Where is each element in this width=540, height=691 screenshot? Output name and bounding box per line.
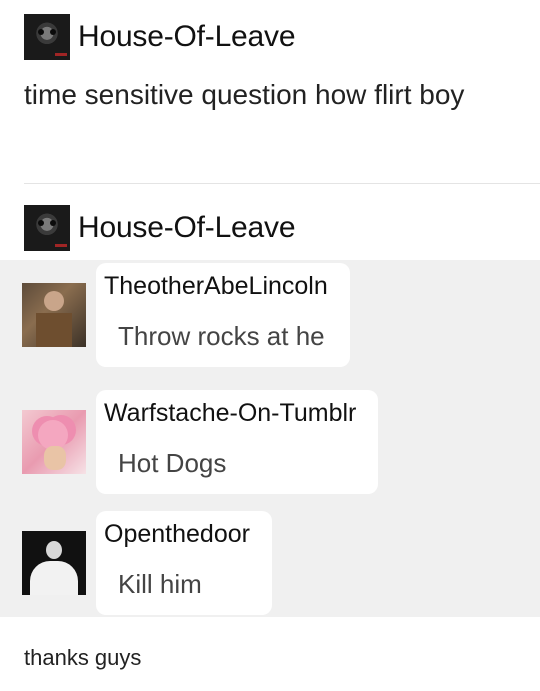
reply-username[interactable]: Openthedoor	[104, 517, 250, 551]
reblog-username[interactable]: House-Of-Leave	[78, 211, 296, 245]
pink-hair-avatar[interactable]	[22, 410, 86, 474]
post-username[interactable]: House-Of-Leave	[78, 20, 296, 54]
skull-avatar[interactable]	[24, 205, 70, 251]
reply-item: TheotherAbeLincoln Throw rocks at he	[22, 263, 350, 367]
skull-avatar[interactable]	[24, 14, 70, 60]
footer-text: thanks guys	[24, 645, 142, 670]
reply-item: Warfstache-On-Tumblr Hot Dogs	[22, 390, 379, 494]
reply-username[interactable]: TheotherAbeLincoln	[104, 269, 328, 303]
reply-bubble: Openthedoor Kill him	[96, 511, 272, 615]
reply-bubble: TheotherAbeLincoln Throw rocks at he	[96, 263, 350, 367]
divider	[24, 183, 540, 184]
reply-username[interactable]: Warfstache-On-Tumblr	[104, 396, 356, 430]
reblog-header: House-Of-Leave	[24, 205, 296, 251]
lincoln-avatar[interactable]	[22, 283, 86, 347]
white-suit-avatar[interactable]	[22, 531, 86, 595]
post-header: House-Of-Leave	[24, 14, 296, 60]
post-body-text: time sensitive question how flirt boy	[24, 79, 465, 110]
reply-text: Kill him	[118, 569, 202, 599]
reply-bubble: Warfstache-On-Tumblr Hot Dogs	[96, 390, 379, 494]
reply-text: Hot Dogs	[118, 448, 227, 478]
reply-item: Openthedoor Kill him	[22, 511, 272, 615]
reply-text: Throw rocks at he	[118, 321, 325, 351]
